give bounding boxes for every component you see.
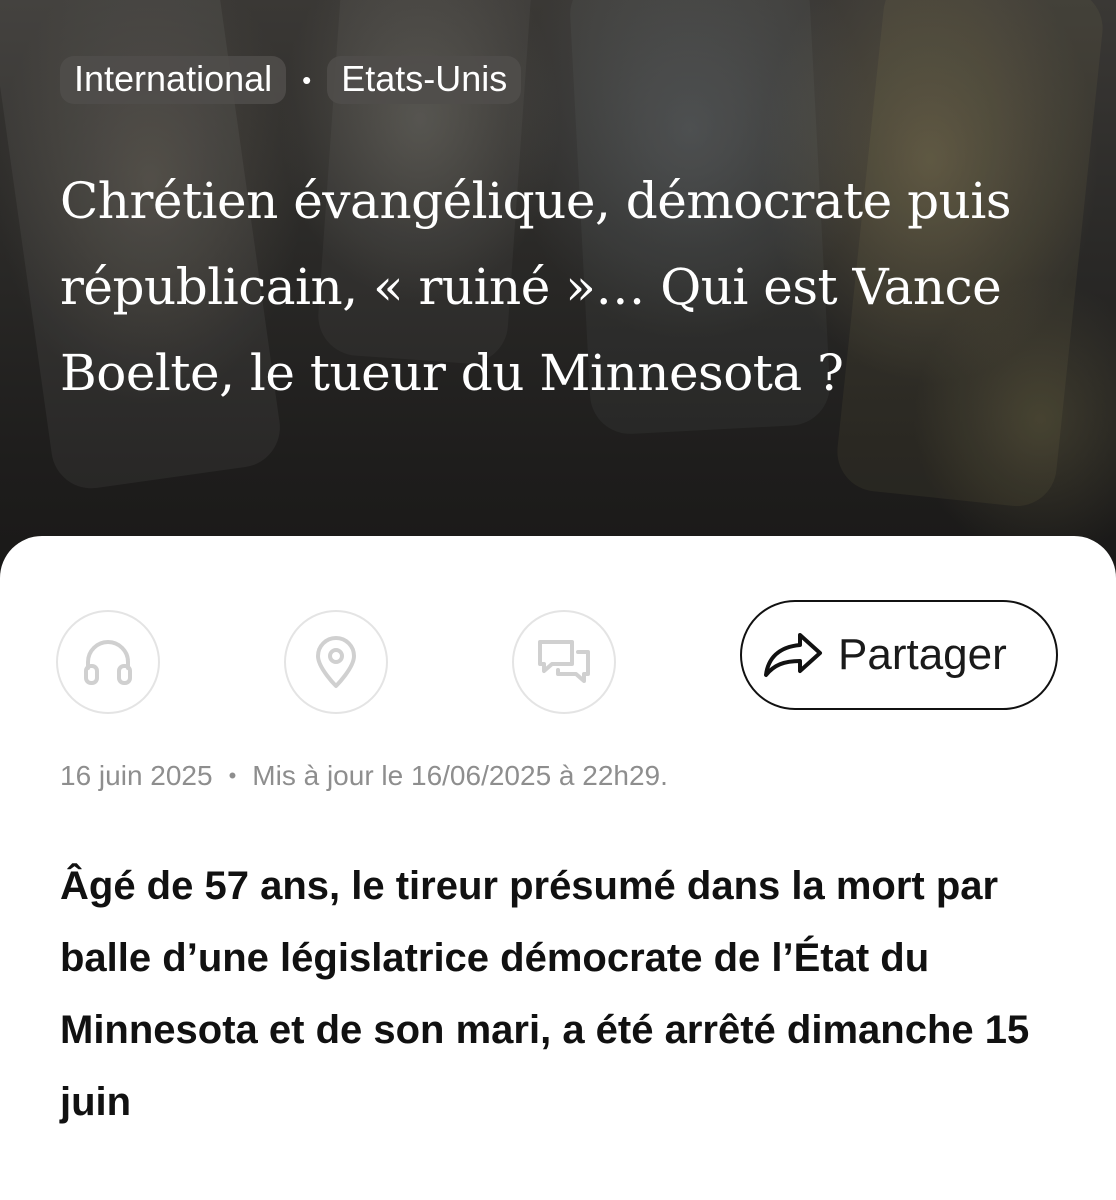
share-label: Partager — [838, 630, 1007, 679]
updated-date: Mis à jour le 16/06/2025 à 22h29. — [252, 760, 668, 791]
location-pin-icon — [316, 636, 356, 688]
chat-bubbles-icon — [538, 640, 590, 683]
tag-separator: • — [302, 64, 312, 95]
meta-separator: • — [228, 763, 237, 788]
article-meta: 16 juin 2025 • Mis à jour le 16/06/2025 … — [60, 760, 668, 792]
headphones-icon — [84, 640, 132, 685]
hero-image: International • Etats-Unis Chrétien évan… — [0, 0, 1116, 620]
tag-etats-unis[interactable]: Etats-Unis — [327, 56, 522, 104]
tag-international[interactable]: International — [60, 56, 287, 104]
share-button[interactable]: Partager — [740, 600, 1058, 710]
publish-date: 16 juin 2025 — [60, 760, 213, 791]
listen-button[interactable] — [56, 610, 160, 714]
category-tags: International • Etats-Unis — [60, 56, 522, 104]
article-headline: Chrétien évangélique, démocrate puis rép… — [60, 172, 1012, 402]
location-button[interactable] — [284, 610, 388, 714]
article-card: Partager 16 juin 2025 • Mis à jour le 16… — [0, 536, 1116, 1200]
comments-button[interactable] — [512, 610, 616, 714]
article-lead: Âgé de 57 ans, le tireur présumé dans la… — [60, 864, 1030, 1124]
share-arrow-icon — [764, 633, 822, 677]
